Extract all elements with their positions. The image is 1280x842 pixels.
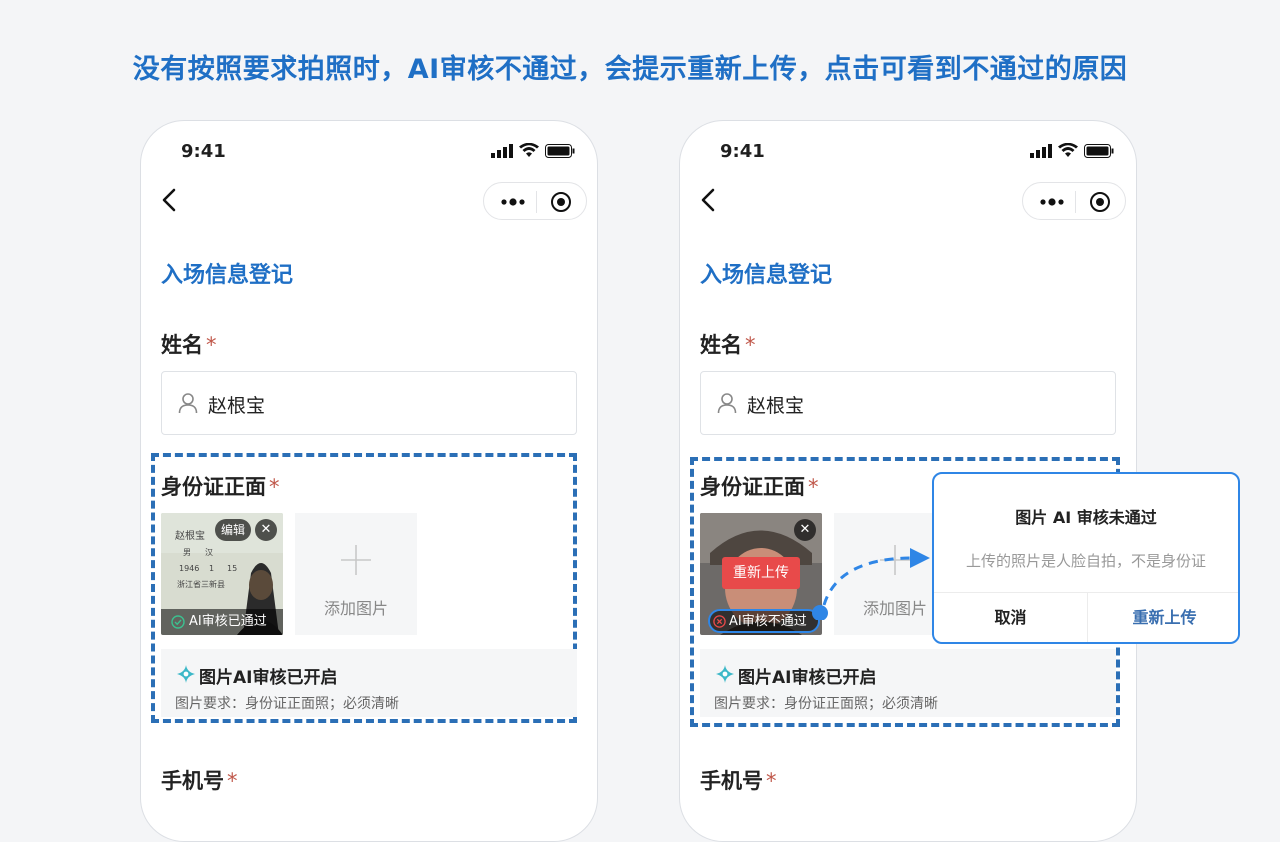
reupload-tag[interactable]: 重新上传 <box>722 557 800 589</box>
person-icon <box>717 393 737 414</box>
remove-image-icon[interactable]: ✕ <box>255 519 277 541</box>
remove-image-icon[interactable]: ✕ <box>794 519 816 541</box>
error-circle-icon <box>713 614 726 628</box>
name-field[interactable]: 赵根宝 <box>700 371 1116 435</box>
status-time: 9:41 <box>181 141 226 162</box>
id-front-label: 身份证正面 * <box>700 471 819 501</box>
status-time: 9:41 <box>720 141 765 162</box>
capsule-divider <box>1075 191 1076 213</box>
page-title: 入场信息登记 <box>161 263 294 288</box>
ai-failed-strip[interactable]: AI审核不通过 <box>708 609 820 633</box>
required-mark: * <box>766 769 777 793</box>
ai-enabled-title: 图片AI审核已开启 <box>199 668 338 688</box>
required-mark: * <box>206 333 217 357</box>
ai-review-panel: 图片AI审核已开启 图片要求：身份证正面照；必须清晰 <box>700 649 1116 717</box>
id-card-thumbnail[interactable]: 赵根宝 男 汉 1946 1 15 浙江省三新县 编辑 ✕ AI审核已通过 <box>161 513 283 635</box>
id-front-label-text: 身份证正面 <box>700 475 805 499</box>
dialog-message: 上传的照片是人脸自拍，不是身份证 <box>965 552 1206 570</box>
phone-label-text: 手机号 <box>700 769 763 793</box>
name-label: 姓名 * <box>700 329 756 359</box>
id-front-label-text: 身份证正面 <box>161 475 266 499</box>
close-miniprogram-icon[interactable] <box>1089 191 1111 213</box>
phone-label-text: 手机号 <box>161 769 224 793</box>
wifi-icon <box>519 143 539 157</box>
name-value: 赵根宝 <box>208 395 266 417</box>
close-miniprogram-icon[interactable] <box>550 191 572 213</box>
status-icons <box>491 143 575 158</box>
ai-requirement: 图片要求：身份证正面照；必须清晰 <box>714 696 938 712</box>
status-icons <box>1030 143 1114 158</box>
ai-sparkle-icon <box>177 665 195 683</box>
ai-fail-dialog: 图片 AI 审核未通过 上传的照片是人脸自拍，不是身份证 取消 重新上传 <box>932 472 1240 644</box>
capsule-divider <box>536 191 537 213</box>
selfie-thumbnail[interactable]: ✕ 重新上传 AI审核不通过 <box>700 513 822 635</box>
battery-icon <box>1084 143 1114 158</box>
dialog-cancel-button[interactable]: 取消 <box>934 592 1087 642</box>
name-field[interactable]: 赵根宝 <box>161 371 577 435</box>
id-card-ethnicity: 汉 <box>205 548 213 557</box>
id-card-year: 1946 <box>179 564 199 573</box>
more-dots-icon[interactable] <box>1039 192 1065 212</box>
ai-review-panel: 图片AI审核已开启 图片要求：身份证正面照；必须清晰 <box>161 649 577 717</box>
back-arrow-icon[interactable] <box>694 185 724 215</box>
check-circle-icon <box>171 615 185 629</box>
phone-label: 手机号 * <box>700 765 777 795</box>
phone-label: 手机号 * <box>161 765 238 795</box>
ai-sparkle-icon <box>716 665 734 683</box>
id-card-day: 15 <box>227 564 237 573</box>
required-mark: * <box>227 769 238 793</box>
headline: 没有按照要求拍照时，AI审核不通过，会提示重新上传，点击可看到不通过的原因 <box>132 54 1128 85</box>
id-card-name: 赵根宝 <box>175 529 205 542</box>
add-image-tile[interactable]: 添加图片 <box>295 513 417 635</box>
edit-button[interactable]: 编辑 <box>214 519 251 541</box>
dialog-title: 图片 AI 审核未通过 <box>1015 508 1157 527</box>
battery-icon <box>545 143 575 158</box>
mini-program-capsule <box>483 182 587 220</box>
id-card-month: 1 <box>209 564 214 573</box>
required-mark: * <box>808 475 819 499</box>
ai-failed-label: AI审核不通过 <box>729 613 807 629</box>
back-arrow-icon[interactable] <box>155 185 185 215</box>
required-mark: * <box>269 475 280 499</box>
id-card-sex: 男 <box>183 548 191 557</box>
name-label-text: 姓名 <box>700 333 742 357</box>
page-title: 入场信息登记 <box>700 263 833 288</box>
dialog-reupload-button[interactable]: 重新上传 <box>1088 592 1238 642</box>
required-mark: * <box>745 333 756 357</box>
id-front-label: 身份证正面 * <box>161 471 280 501</box>
signal-icon <box>1030 143 1052 158</box>
add-image-label: 添加图片 <box>323 599 388 618</box>
ai-passed-label: AI审核已通过 <box>189 614 267 629</box>
name-label: 姓名 * <box>161 329 217 359</box>
ai-enabled-title: 图片AI审核已开启 <box>738 668 877 688</box>
wifi-icon <box>1058 143 1078 157</box>
callout-arrow <box>812 548 930 620</box>
more-dots-icon[interactable] <box>500 192 526 212</box>
name-label-text: 姓名 <box>161 333 203 357</box>
person-icon <box>178 393 198 414</box>
plus-icon <box>341 545 371 575</box>
ai-passed-strip: AI审核已通过 <box>161 609 283 635</box>
phone-mockup-left: 9:41 入场信息登记 姓名 * 赵根宝 身份证正面 * 赵根宝 男 汉 1946 … <box>140 120 598 842</box>
ai-requirement: 图片要求：身份证正面照；必须清晰 <box>175 696 399 712</box>
id-card-address: 浙江省三新县 <box>177 579 225 589</box>
signal-icon <box>491 143 513 158</box>
mini-program-capsule <box>1022 182 1126 220</box>
name-value: 赵根宝 <box>747 395 805 417</box>
